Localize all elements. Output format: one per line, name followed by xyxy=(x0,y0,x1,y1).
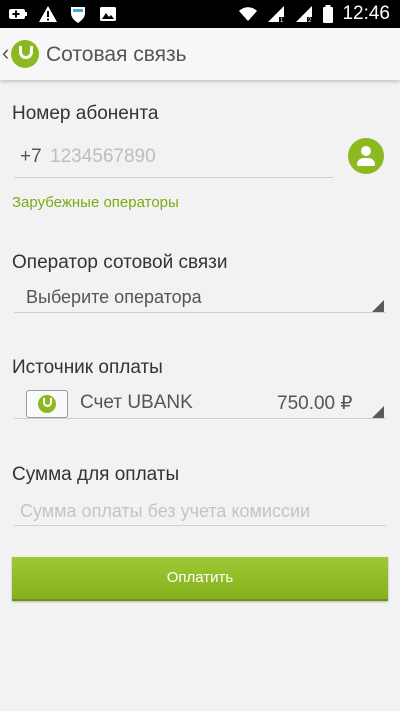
foreign-operators-link[interactable]: Зарубежные операторы xyxy=(12,194,179,211)
ubank-logo-icon xyxy=(38,395,56,413)
operator-select-underline xyxy=(14,312,386,313)
status-bar-right-icons: 1 2 12:46 xyxy=(238,2,390,26)
account-name[interactable]: Счет UBANK xyxy=(80,392,193,414)
phone-input[interactable]: 1234567890 xyxy=(50,146,156,168)
phone-prefix: +7 xyxy=(20,146,42,167)
operator-select-value[interactable]: Выберите оператора xyxy=(26,287,202,308)
sum-label: Сумма для оплаты xyxy=(12,464,180,485)
status-bar-left-icons xyxy=(8,4,118,24)
ubank-account-badge xyxy=(26,390,68,418)
payment-source-underline xyxy=(14,418,386,419)
shield-icon xyxy=(71,7,85,23)
clock: 12:46 xyxy=(342,3,390,24)
image-icon xyxy=(100,7,116,21)
page-title: Сотовая связь xyxy=(46,43,187,66)
signal-2-icon: 2 xyxy=(296,6,314,24)
warning-icon xyxy=(39,6,57,22)
dropdown-triangle-icon xyxy=(372,300,384,312)
person-icon xyxy=(361,146,371,156)
operator-label: Оператор сотовой связи xyxy=(12,252,228,273)
dropdown-triangle-icon xyxy=(372,406,384,418)
subscriber-label: Номер абонента xyxy=(12,103,159,124)
payment-source-label: Источник оплаты xyxy=(12,357,163,378)
signal-1-icon: 1 xyxy=(268,6,286,24)
account-balance: 750.00 ₽ xyxy=(277,393,353,414)
status-bar: 1 2 12:46 xyxy=(0,0,400,28)
phone-input-underline xyxy=(14,177,333,178)
contact-picker-button[interactable] xyxy=(348,138,384,174)
sum-input-underline xyxy=(14,525,386,526)
battery-plus-icon xyxy=(9,9,27,19)
app-bar: ‹ Сотовая связь xyxy=(0,28,400,80)
back-arrow-icon[interactable]: ‹ xyxy=(2,40,9,66)
battery-icon xyxy=(323,5,334,23)
pay-button[interactable]: Оплатить xyxy=(12,557,388,601)
ubank-logo-icon[interactable] xyxy=(11,40,39,68)
wifi-icon xyxy=(239,7,258,21)
sum-input[interactable]: Сумма оплаты без учета комиссии xyxy=(20,501,310,522)
